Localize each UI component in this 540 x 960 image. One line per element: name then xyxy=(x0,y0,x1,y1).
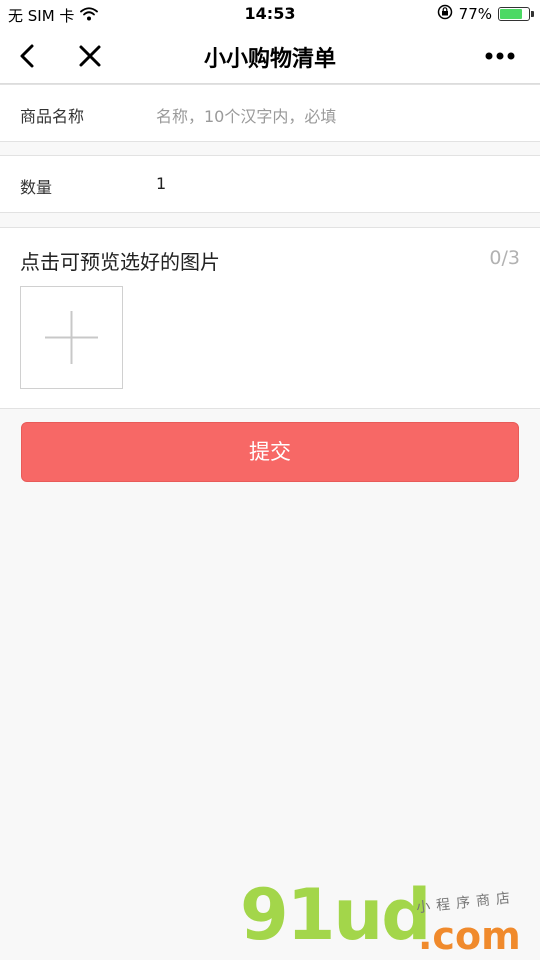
nav-bar: 小小购物清单 xyxy=(0,28,540,84)
status-right: 77% xyxy=(437,4,534,24)
page: 无 SIM 卡 14:53 77% 小小购物清单 商品名称 名称，10个汉字内，… xyxy=(0,0,540,960)
rotation-lock-icon xyxy=(437,4,453,24)
watermark: 91ud 小程序商店 .com xyxy=(240,880,540,960)
image-section: 点击可预览选好的图片 0/3 xyxy=(0,227,540,409)
plus-icon xyxy=(45,311,98,364)
quantity-row: 数量 1 xyxy=(0,155,540,213)
add-image-button[interactable] xyxy=(20,286,123,389)
battery-level xyxy=(500,9,522,19)
name-row: 商品名称 名称，10个汉字内，必填 xyxy=(0,84,540,142)
page-title: 小小购物清单 xyxy=(203,47,336,72)
watermark-slogan: 小程序商店 xyxy=(415,889,517,917)
status-bar: 无 SIM 卡 14:53 77% xyxy=(0,0,540,28)
name-label: 商品名称 xyxy=(20,107,85,126)
watermark-domain: .com xyxy=(418,914,521,958)
watermark-brand: 91ud xyxy=(240,874,431,956)
battery-percent: 77% xyxy=(458,5,492,23)
image-count: 0/3 xyxy=(489,247,520,269)
battery-icon xyxy=(498,7,534,21)
name-input[interactable]: 名称，10个汉字内，必填 xyxy=(156,103,336,127)
image-section-title: 点击可预览选好的图片 xyxy=(20,250,220,274)
quantity-input[interactable]: 1 xyxy=(156,174,166,193)
submit-button[interactable]: 提交 xyxy=(21,422,519,482)
more-icon[interactable] xyxy=(480,40,520,72)
quantity-label: 数量 xyxy=(20,178,53,197)
